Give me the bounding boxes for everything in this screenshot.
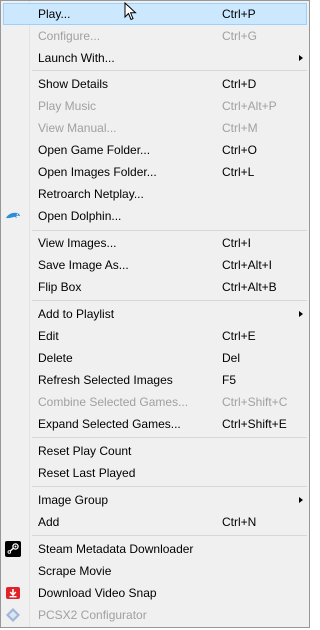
menu-item-open-dolphin[interactable]: Open Dolphin... <box>3 205 307 227</box>
menu-item-shortcut: Ctrl+L <box>222 165 255 179</box>
menu-item-steam-metadata-downloader[interactable]: Steam Metadata Downloader <box>3 538 307 560</box>
menu-separator <box>32 70 307 71</box>
menu-item-label: Flip Box <box>38 280 82 294</box>
menu-item-label: Steam Metadata Downloader <box>38 542 194 556</box>
context-menu: Play... Ctrl+P Configure... Ctrl+G Launc… <box>0 0 310 628</box>
menu-item-label: Delete <box>38 351 73 365</box>
menu-item-shortcut: Ctrl+Alt+B <box>222 280 277 294</box>
menu-item-label: Play... <box>38 7 71 21</box>
menu-item-label: Edit <box>38 329 59 343</box>
menu-item-show-details[interactable]: Show Details Ctrl+D <box>3 73 307 95</box>
menu-item-shortcut: Ctrl+Alt+P <box>222 99 277 113</box>
menu-item-shortcut: Ctrl+P <box>222 7 256 21</box>
menu-item-shortcut: Ctrl+M <box>222 121 258 135</box>
submenu-arrow-icon <box>299 311 303 317</box>
menu-item-shortcut: Ctrl+G <box>222 29 258 43</box>
menu-item-shortcut: Ctrl+Shift+E <box>222 417 287 431</box>
menu-item-add[interactable]: Add Ctrl+N <box>3 511 307 533</box>
menu-item-view-manual[interactable]: View Manual... Ctrl+M <box>3 117 307 139</box>
menu-item-label: Download Video Snap <box>38 586 157 600</box>
menu-item-label: Launch With... <box>38 51 115 65</box>
menu-item-label: Scrape Movie <box>38 564 112 578</box>
menu-item-launch-with[interactable]: Launch With... <box>3 47 307 69</box>
menu-item-refresh-selected-images[interactable]: Refresh Selected Images F5 <box>3 369 307 391</box>
menu-item-label: Configure... <box>38 29 101 43</box>
menu-item-reset-last-played[interactable]: Reset Last Played <box>3 462 307 484</box>
menu-item-pcsx2-configurator[interactable]: PCSX2 Configurator <box>3 604 307 626</box>
menu-item-shortcut: Ctrl+D <box>222 77 257 91</box>
menu-item-expand-selected-games[interactable]: Expand Selected Games... Ctrl+Shift+E <box>3 413 307 435</box>
menu-item-reset-play-count[interactable]: Reset Play Count <box>3 440 307 462</box>
menu-item-retroarch-netplay[interactable]: Retroarch Netplay... <box>3 183 307 205</box>
menu-separator <box>32 437 307 438</box>
steam-icon <box>5 541 21 557</box>
menu-item-image-group[interactable]: Image Group <box>3 489 307 511</box>
menu-item-label: Retroarch Netplay... <box>38 187 144 201</box>
menu-item-edit[interactable]: Edit Ctrl+E <box>3 325 307 347</box>
menu-item-label: Image Group <box>38 493 109 507</box>
menu-item-shortcut: Ctrl+E <box>222 329 256 343</box>
menu-item-label: View Images... <box>38 236 117 250</box>
menu-item-shortcut: Ctrl+O <box>222 143 258 157</box>
submenu-arrow-icon <box>299 55 303 61</box>
menu-item-combine-selected-games[interactable]: Combine Selected Games... Ctrl+Shift+C <box>3 391 307 413</box>
menu-item-label: Show Details <box>38 77 109 91</box>
menu-item-save-image-as[interactable]: Save Image As... Ctrl+Alt+I <box>3 254 307 276</box>
menu-item-label: Combine Selected Games... <box>38 395 189 409</box>
submenu-arrow-icon <box>299 497 303 503</box>
mouse-cursor-icon <box>124 2 137 21</box>
menu-item-view-images[interactable]: View Images... Ctrl+I <box>3 232 307 254</box>
menu-separator <box>32 230 307 231</box>
menu-item-label: Open Dolphin... <box>38 209 122 223</box>
menu-item-label: Play Music <box>38 99 97 113</box>
menu-item-shortcut: Ctrl+N <box>222 515 257 529</box>
menu-item-scrape-movie[interactable]: Scrape Movie <box>3 560 307 582</box>
pcsx2-icon <box>5 607 21 623</box>
menu-item-play[interactable]: Play... Ctrl+P <box>3 3 307 25</box>
menu-item-label: Add to Playlist <box>38 307 115 321</box>
dolphin-icon <box>5 208 21 224</box>
menu-item-label: Add <box>38 515 60 529</box>
menu-item-label: Save Image As... <box>38 258 129 272</box>
menu-item-shortcut: Del <box>222 351 241 365</box>
menu-item-label: View Manual... <box>38 121 117 135</box>
menu-item-open-images-folder[interactable]: Open Images Folder... Ctrl+L <box>3 161 307 183</box>
menu-separator <box>32 486 307 487</box>
menu-item-label: Refresh Selected Images <box>38 373 173 387</box>
menu-item-label: Reset Play Count <box>38 444 132 458</box>
menu-item-delete[interactable]: Delete Del <box>3 347 307 369</box>
menu-item-label: PCSX2 Configurator <box>38 608 147 622</box>
menu-item-label: Open Images Folder... <box>38 165 157 179</box>
menu-item-label: Reset Last Played <box>38 466 136 480</box>
menu-item-shortcut: Ctrl+I <box>222 236 252 250</box>
menu-item-add-to-playlist[interactable]: Add to Playlist <box>3 303 307 325</box>
menu-item-label: Open Game Folder... <box>38 143 151 157</box>
menu-item-shortcut: Ctrl+Shift+C <box>222 395 288 409</box>
menu-item-play-music[interactable]: Play Music Ctrl+Alt+P <box>3 95 307 117</box>
menu-item-download-video-snap[interactable]: Download Video Snap <box>3 582 307 604</box>
menu-item-open-game-folder[interactable]: Open Game Folder... Ctrl+O <box>3 139 307 161</box>
menu-separator <box>32 300 307 301</box>
menu-item-flip-box[interactable]: Flip Box Ctrl+Alt+B <box>3 276 307 298</box>
menu-item-shortcut: F5 <box>222 373 237 387</box>
menu-item-label: Expand Selected Games... <box>38 417 181 431</box>
menu-item-configure[interactable]: Configure... Ctrl+G <box>3 25 307 47</box>
menu-separator <box>32 535 307 536</box>
download-video-icon <box>5 585 21 601</box>
menu-item-shortcut: Ctrl+Alt+I <box>222 258 273 272</box>
